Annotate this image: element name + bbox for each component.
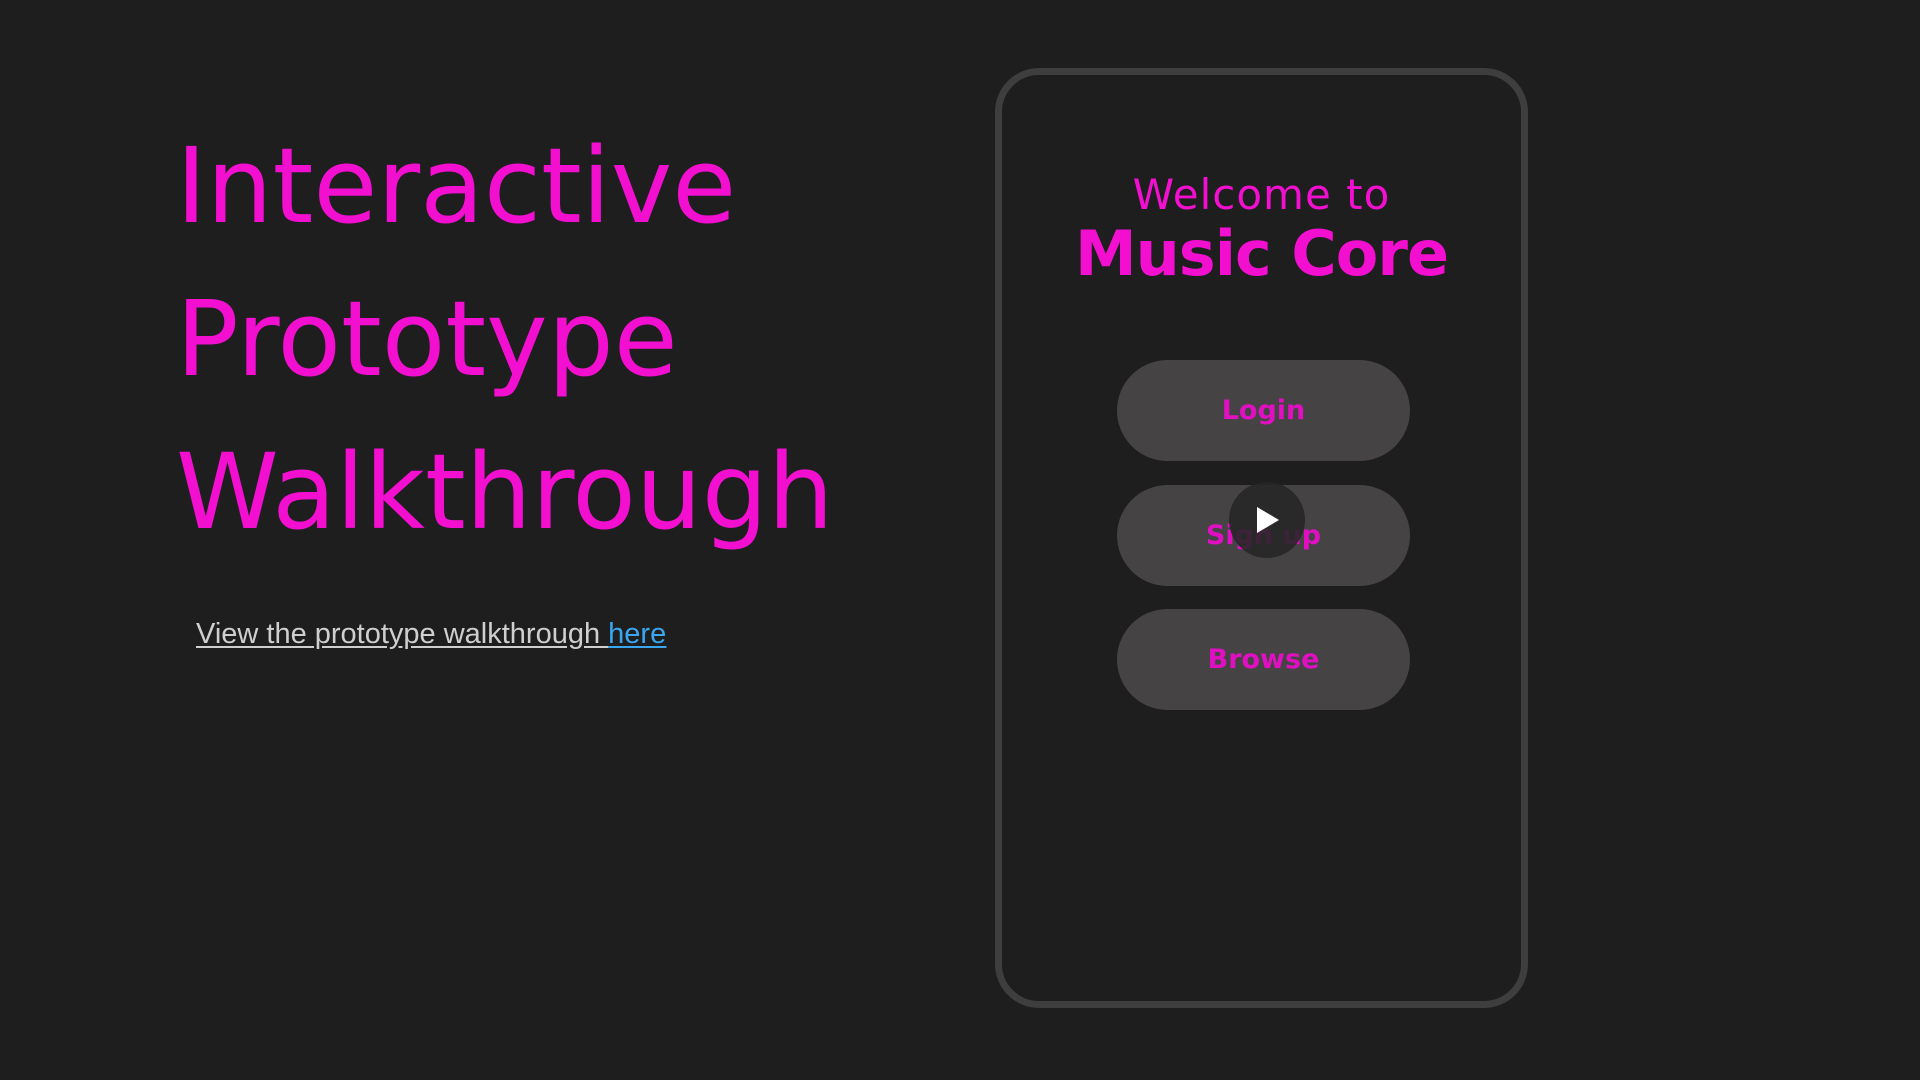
- walkthrough-link[interactable]: here: [608, 618, 666, 650]
- welcome-text: Welcome to: [1132, 170, 1391, 219]
- play-video-button[interactable]: [1229, 482, 1305, 558]
- browse-button[interactable]: Browse: [1117, 609, 1410, 710]
- title-line-prototype: Prototype: [176, 278, 678, 400]
- caption-text: View the prototype walkthrough: [196, 618, 609, 650]
- slide-title: Interactive Prototype Walkthrough: [176, 110, 876, 569]
- login-button[interactable]: Login: [1117, 360, 1410, 461]
- play-icon: [1257, 507, 1279, 533]
- walkthrough-caption: View the prototype walkthrough here: [196, 618, 666, 651]
- title-line-interactive: Interactive: [176, 125, 737, 247]
- app-name: Music Core: [1074, 217, 1449, 290]
- title-line-walkthrough: Walkthrough: [176, 431, 834, 553]
